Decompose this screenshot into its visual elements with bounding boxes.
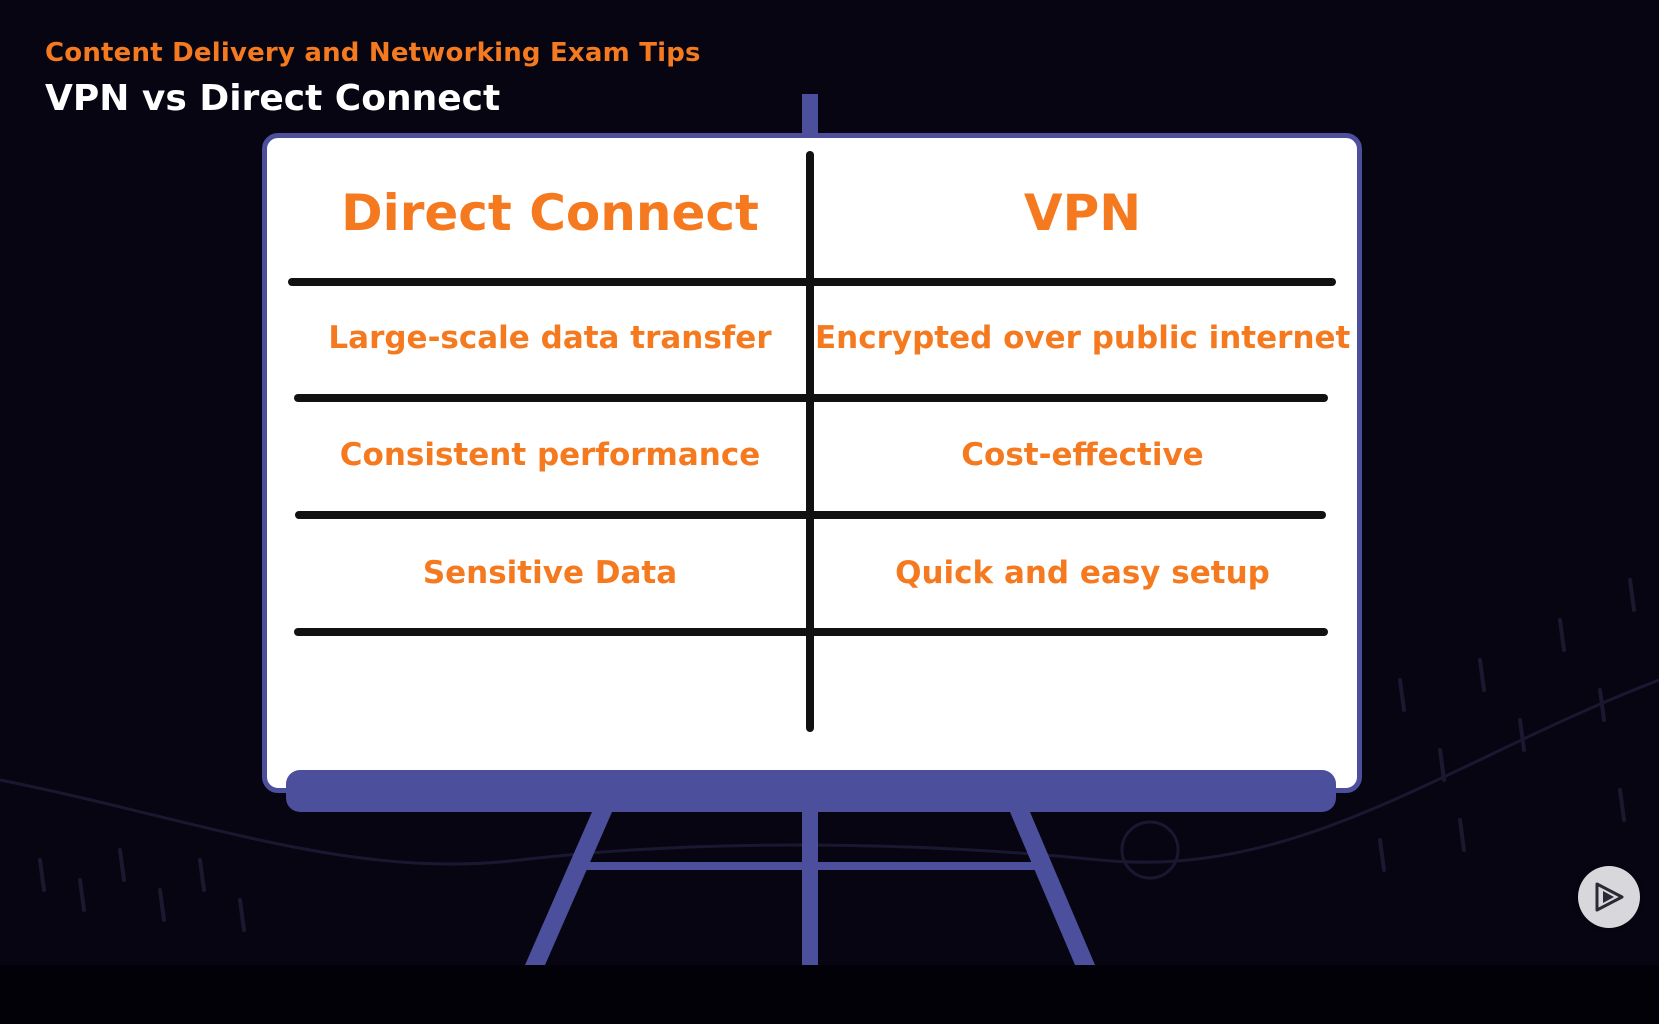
table-cell: Sensitive Data — [422, 555, 678, 591]
table-cell: Consistent performance — [339, 437, 761, 473]
play-logo-button[interactable] — [1578, 866, 1640, 928]
table-cell: Large-scale data transfer — [328, 320, 772, 356]
column-header-vpn: VPN — [1023, 184, 1142, 242]
column-header-direct-connect: Direct Connect — [341, 184, 759, 242]
comparison-table-grid — [288, 151, 1336, 732]
table-cell: Cost-effective — [961, 437, 1204, 473]
table-cell: Quick and easy setup — [895, 555, 1270, 591]
table-cell: Encrypted over public internet — [815, 320, 1351, 356]
play-logo-icon — [1595, 882, 1624, 912]
